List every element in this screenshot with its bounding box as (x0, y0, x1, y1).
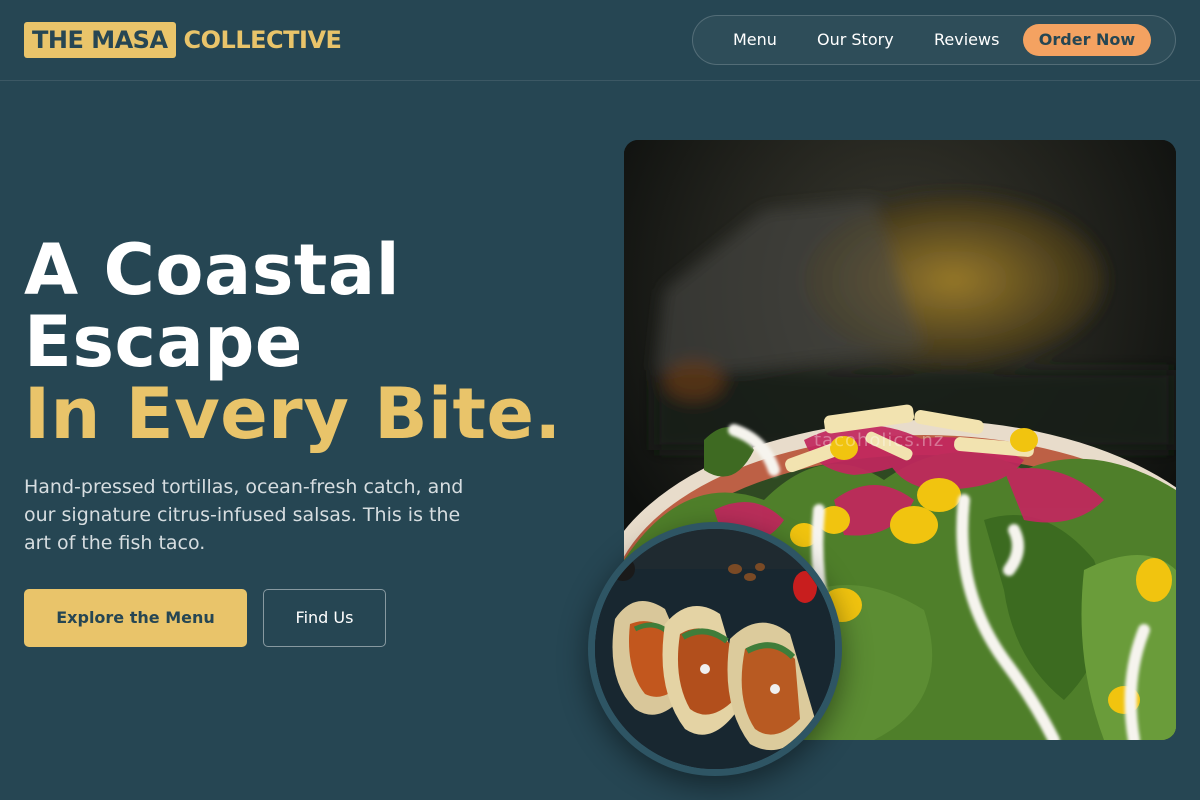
brand-logo[interactable]: THE MASA COLLECTIVE (24, 22, 342, 58)
headline-line-2: Escape (24, 301, 303, 383)
hero-headline: A Coastal Escape In Every Bite. (24, 234, 604, 450)
site-header: THE MASA COLLECTIVE Menu Our Story Revie… (0, 0, 1200, 81)
hero-description: Hand-pressed tortillas, ocean-fresh catc… (24, 476, 464, 554)
image-watermark: tacoholics.nz (814, 430, 945, 451)
nav-link-menu[interactable]: Menu (733, 16, 777, 64)
fish-tacos-inset-image (588, 522, 842, 776)
logo-highlight: THE MASA (24, 22, 176, 58)
nav-link-our-story[interactable]: Our Story (817, 16, 894, 64)
find-us-button[interactable]: Find Us (263, 589, 386, 647)
main-nav: Menu Our Story Reviews Order Now (692, 15, 1176, 65)
explore-menu-button[interactable]: Explore the Menu (24, 589, 247, 647)
order-now-button[interactable]: Order Now (1023, 24, 1151, 56)
logo-text: COLLECTIVE (183, 26, 342, 54)
nav-link-reviews[interactable]: Reviews (934, 16, 999, 64)
headline-line-3: In Every Bite. (24, 373, 562, 455)
headline-line-1: A Coastal (24, 229, 401, 311)
fish-tacos-illustration (595, 529, 835, 769)
